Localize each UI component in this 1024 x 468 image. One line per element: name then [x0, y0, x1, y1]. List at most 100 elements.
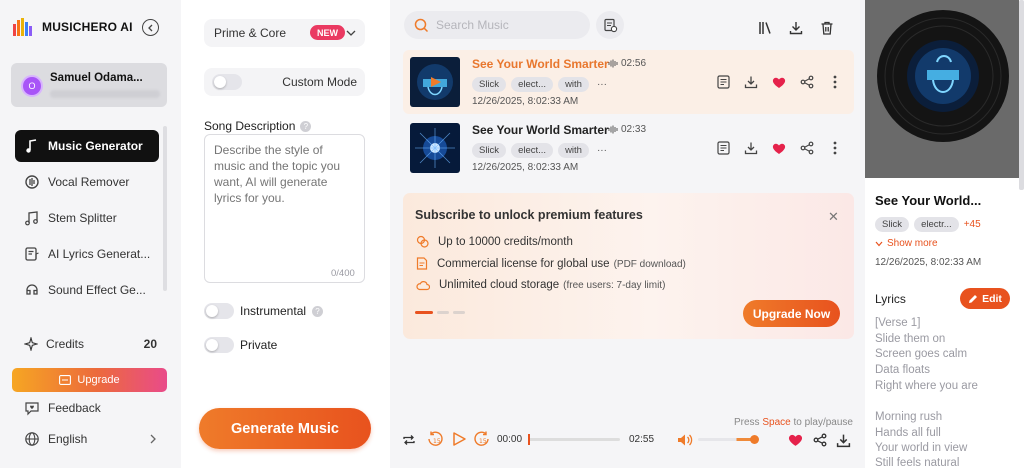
- edit-lyrics-button[interactable]: Edit: [960, 288, 1010, 309]
- more-tags-count[interactable]: +45: [964, 219, 981, 230]
- download-icon: [744, 142, 758, 155]
- delete-button[interactable]: [813, 14, 841, 42]
- search-input[interactable]: [436, 18, 576, 32]
- share-button[interactable]: [799, 74, 815, 90]
- private-toggle[interactable]: [204, 337, 234, 353]
- song-row[interactable]: See Your World Smarter 02:56 Slick elect…: [403, 50, 854, 114]
- private-label: Private: [240, 338, 278, 352]
- more-tags[interactable]: ···: [597, 79, 607, 90]
- globe-icon: [25, 432, 39, 446]
- tag[interactable]: elect...: [511, 143, 554, 158]
- song-cover[interactable]: [410, 123, 460, 173]
- keyboard-hint: Press Space to play/pause: [734, 417, 853, 428]
- sidebar-item-label: Music Generator: [48, 139, 143, 153]
- lyrics-button[interactable]: [715, 74, 731, 90]
- tag[interactable]: Slick: [472, 143, 507, 158]
- forward-15-button[interactable]: 15: [473, 430, 491, 448]
- vinyl-disc-icon: [865, 0, 1019, 178]
- language-selector[interactable]: English: [24, 431, 157, 447]
- model-select[interactable]: Prime & Core NEW: [204, 19, 365, 47]
- detail-scrollbar[interactable]: [1019, 0, 1024, 190]
- play-button[interactable]: [450, 430, 468, 448]
- sidebar-item-stem-splitter[interactable]: Stem Splitter: [15, 202, 159, 234]
- player-like-button[interactable]: [786, 431, 804, 449]
- volume-slider[interactable]: [698, 438, 753, 441]
- sidebar-scrollbar[interactable]: [163, 126, 167, 291]
- cloud-icon: [416, 280, 430, 290]
- sound-effect-icon: [26, 284, 38, 295]
- song-description-input[interactable]: [204, 134, 365, 283]
- player-download-button[interactable]: [834, 431, 852, 449]
- feedback-link[interactable]: Feedback: [24, 400, 157, 416]
- duration-text: 02:33: [621, 124, 647, 135]
- stem-splitter-icon: [25, 211, 38, 226]
- duration-text: 02:56: [621, 58, 647, 69]
- more-options-button[interactable]: [827, 74, 843, 90]
- sidebar-item-sound-effect-generator[interactable]: Sound Effect Ge...: [15, 274, 159, 306]
- share-button[interactable]: [799, 140, 815, 156]
- hint-prefix: Press: [734, 417, 763, 428]
- tag[interactable]: electr...: [914, 217, 959, 232]
- lyrics-button[interactable]: [715, 140, 731, 156]
- carousel-indicator[interactable]: [415, 311, 465, 314]
- song-date: 12/26/2025, 8:02:33 AM: [472, 162, 579, 173]
- more-tags[interactable]: ···: [597, 145, 607, 156]
- tag[interactable]: with: [558, 143, 589, 158]
- download-all-button[interactable]: [782, 14, 810, 42]
- like-button[interactable]: [771, 140, 787, 156]
- current-time: 00:00: [497, 434, 523, 445]
- app-logo[interactable]: MUSICHERO AI: [13, 18, 133, 36]
- logo-icon: [13, 18, 32, 36]
- avatar: O: [21, 75, 43, 97]
- tag[interactable]: elect...: [511, 77, 554, 92]
- more-options-button[interactable]: [827, 140, 843, 156]
- sidebar-item-vocal-remover[interactable]: Vocal Remover: [15, 166, 159, 198]
- collapse-sidebar-button[interactable]: [142, 19, 159, 36]
- tag[interactable]: with: [558, 77, 589, 92]
- lyrics-heading: Lyrics: [875, 292, 906, 306]
- share-icon: [813, 433, 827, 447]
- repeat-button[interactable]: [400, 431, 418, 449]
- song-row[interactable]: See Your World Smarter 02:33 Slick elect…: [403, 116, 854, 180]
- lyric-line: Morning rush: [875, 411, 943, 423]
- perk-note: (PDF download): [613, 258, 686, 270]
- instrumental-toggle[interactable]: [204, 303, 234, 319]
- help-icon[interactable]: ?: [300, 120, 312, 132]
- song-cover-large[interactable]: [865, 0, 1019, 178]
- library-button[interactable]: [751, 14, 779, 42]
- player-share-button[interactable]: [811, 431, 829, 449]
- credits-row: Credits 20: [24, 337, 157, 351]
- help-icon[interactable]: ?: [312, 305, 324, 317]
- rewind-15-button[interactable]: 15: [426, 430, 444, 448]
- download-button[interactable]: [743, 74, 759, 90]
- tag[interactable]: Slick: [472, 77, 507, 92]
- forward-15-icon: 15: [474, 431, 489, 446]
- sidebar-item-music-generator[interactable]: Music Generator: [15, 130, 159, 162]
- custom-mode-row: Custom Mode: [204, 68, 365, 96]
- volume-button[interactable]: [676, 431, 694, 449]
- volume-slider-handle[interactable]: [750, 435, 759, 444]
- user-card[interactable]: O Samuel Odama...: [11, 63, 167, 107]
- sidebar-item-ai-lyrics-generator[interactable]: AI Lyrics Generat...: [15, 238, 159, 270]
- download-button[interactable]: [743, 140, 759, 156]
- like-button[interactable]: [771, 74, 787, 90]
- upgrade-now-button[interactable]: Upgrade Now: [743, 300, 840, 327]
- repeat-icon: [403, 435, 415, 445]
- custom-mode-toggle[interactable]: [212, 74, 242, 90]
- close-icon[interactable]: ✕: [828, 209, 839, 225]
- model-select-value: Prime & Core: [214, 26, 287, 40]
- generate-music-button[interactable]: Generate Music: [199, 408, 371, 449]
- download-icon: [789, 22, 803, 35]
- download-icon: [744, 76, 758, 89]
- song-duration: 02:56: [608, 58, 646, 69]
- license-document-icon: [416, 257, 428, 270]
- play-icon: [453, 432, 466, 446]
- tag[interactable]: Slick: [875, 217, 910, 232]
- progress-bar[interactable]: [528, 434, 620, 445]
- trash-icon: [821, 21, 833, 35]
- song-cover[interactable]: [410, 57, 460, 107]
- filter-list-button[interactable]: [596, 11, 624, 39]
- show-more-link[interactable]: Show more: [875, 238, 938, 249]
- upgrade-button[interactable]: Upgrade: [12, 368, 167, 392]
- song-detail-panel: See Your World... Slick electr... +45 Sh…: [865, 0, 1024, 468]
